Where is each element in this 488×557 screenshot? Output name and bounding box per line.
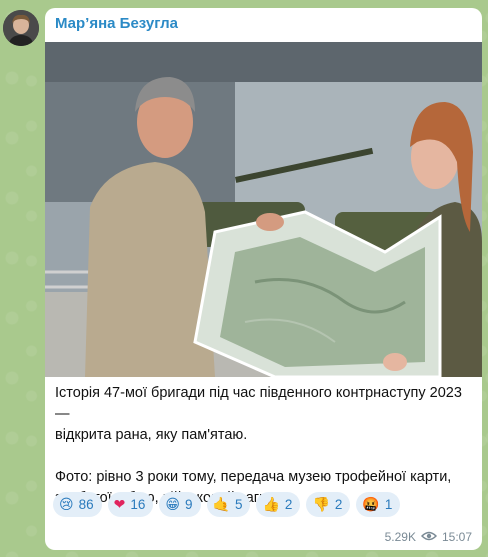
author-name[interactable]: Мар’яна Безугла (55, 15, 178, 32)
message-time: 15:07 (441, 530, 472, 544)
crying-face-icon: 😢 (59, 496, 74, 513)
reaction-heart[interactable]: ❤ 16 (107, 492, 154, 517)
angry-face-icon: 🤬 (362, 496, 380, 513)
reaction-angry[interactable]: 🤬 1 (356, 492, 401, 517)
thumbs-up-icon: 👍 (262, 496, 280, 513)
message-text: Історія 47-мої бригади під час південног… (55, 383, 473, 509)
message-meta: 5.29K 15:07 (385, 530, 472, 544)
reaction-count: 2 (334, 497, 343, 512)
eye-icon (420, 530, 438, 544)
reaction-count: 5 (234, 497, 243, 512)
hand-icon: 🤙 (212, 496, 230, 513)
reaction-crying[interactable]: 😢 86 (53, 492, 102, 517)
reaction-thumbs-up[interactable]: 👍 2 (256, 492, 301, 517)
reaction-count: 16 (130, 497, 146, 512)
reactions-bar: 😢 86 ❤ 16 😁 9 🤙 5 👍 2 👎 2 🤬 1 (53, 492, 401, 517)
view-count: 5.29K (384, 530, 416, 544)
message-photo[interactable] (45, 42, 482, 377)
reaction-hand[interactable]: 🤙 5 (206, 492, 251, 517)
reaction-count: 86 (78, 497, 94, 512)
message-line: Фото: рівно 3 роки тому, передача музею … (55, 469, 452, 485)
message-line: відкрита рана, яку пам'ятаю. (55, 427, 248, 443)
reaction-count: 1 (384, 497, 393, 512)
reaction-count: 2 (284, 497, 293, 512)
thumbs-down-icon: 👎 (312, 496, 330, 513)
grinning-face-icon: 😁 (165, 496, 181, 513)
message-line: Історія 47-мої бригади під час південног… (55, 385, 462, 422)
message-bubble: Мар’яна Безугла Історія 47-мої бригади п… (45, 8, 482, 550)
reaction-grinning[interactable]: 😁 9 (159, 492, 201, 517)
reaction-count: 9 (185, 497, 193, 512)
channel-avatar[interactable] (3, 10, 39, 46)
red-heart-icon: ❤ (113, 496, 126, 513)
reaction-thumbs-down[interactable]: 👎 2 (306, 492, 351, 517)
